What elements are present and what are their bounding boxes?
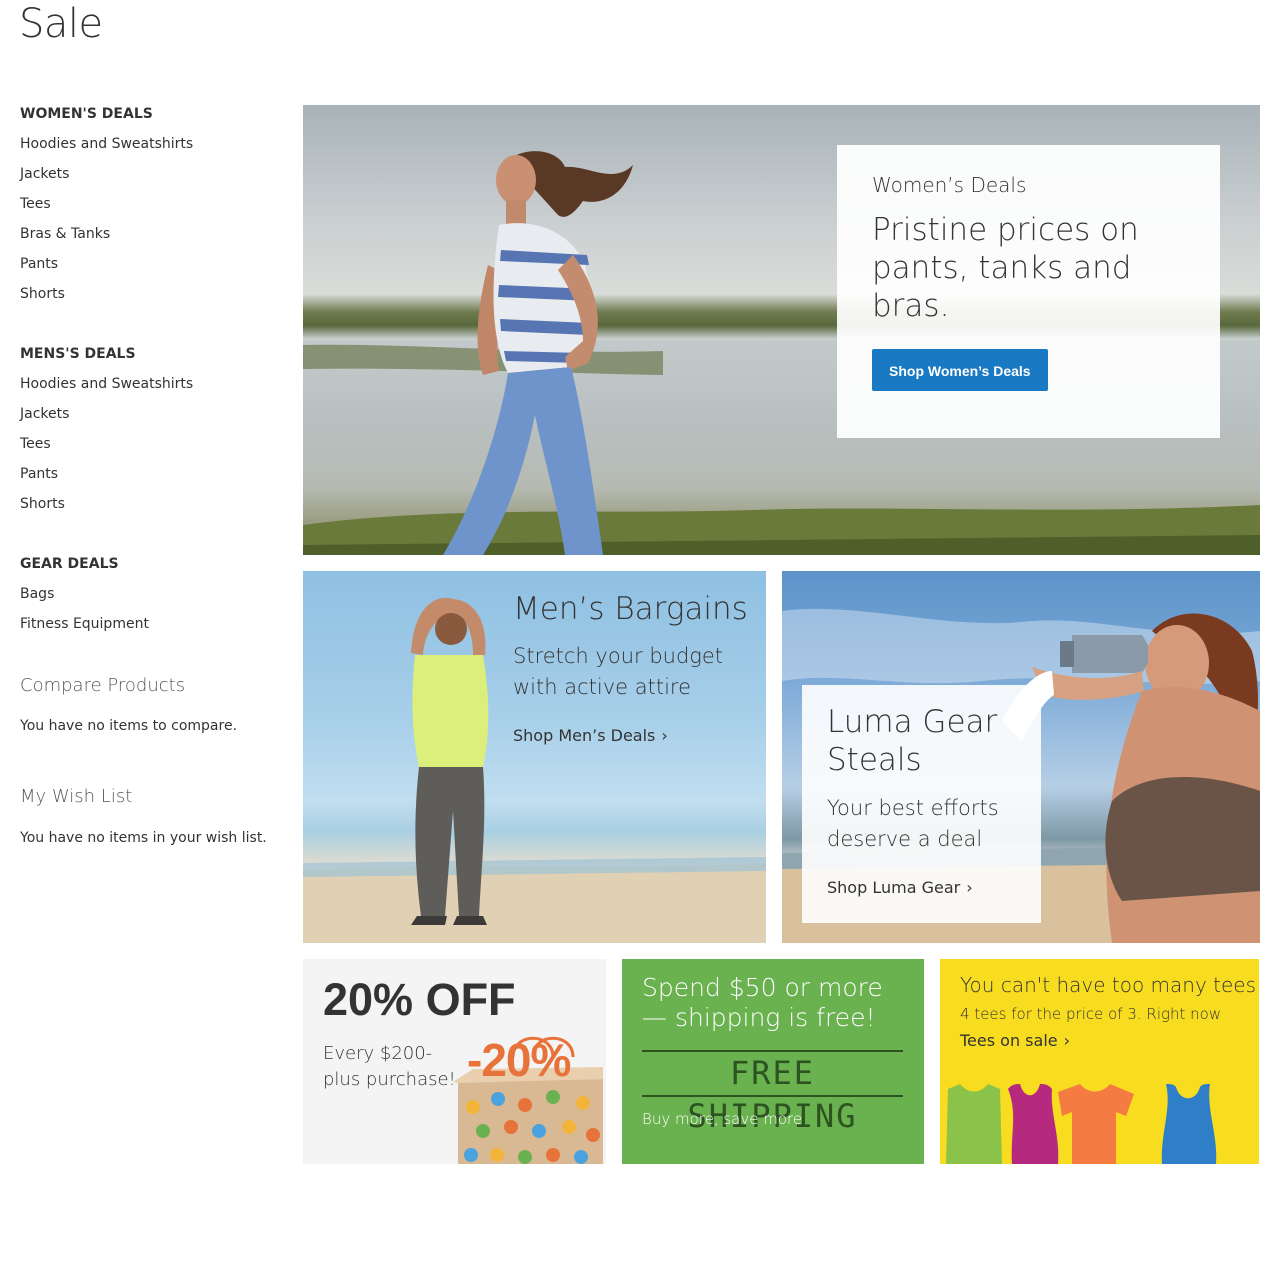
page-title: Sale xyxy=(19,1,103,47)
magenta-tank-icon xyxy=(1008,1084,1059,1164)
chevron-right-icon: › xyxy=(966,878,973,897)
free-shipping-headline: Spend $50 or more — shipping is free! xyxy=(642,973,883,1032)
sidebar-link-gear-bags[interactable]: Bags xyxy=(20,584,280,614)
shop-mens-deals-label: Shop Men’s Deals xyxy=(513,726,656,745)
compare-products-title: Compare Products xyxy=(20,675,186,696)
twenty-percent-off-headline: 20% OFF xyxy=(323,974,516,1025)
sidebar-link-women-pants[interactable]: Pants xyxy=(20,254,280,284)
tees-on-sale-link[interactable]: Tees on sale › xyxy=(960,1029,1070,1053)
womens-deals-group: WOMEN'S DEALS Hoodies and Sweatshirts Ja… xyxy=(20,104,280,314)
sidebar-link-women-jackets[interactable]: Jackets xyxy=(20,164,280,194)
gear-deals-heading: GEAR DEALS xyxy=(20,556,119,572)
sidebar-link-women-shorts[interactable]: Shorts xyxy=(20,284,280,314)
twenty-percent-off-banner[interactable]: 20% OFF Every $200-plus purchase! -20% xyxy=(303,959,606,1164)
sidebar-link-men-shorts[interactable]: Shorts xyxy=(20,494,280,524)
compare-products-empty-text: You have no items to compare. xyxy=(20,718,238,734)
free-shipping-banner[interactable]: Spend $50 or more — shipping is free! FR… xyxy=(622,959,924,1164)
wishlist-block: My Wish List You have no items in your w… xyxy=(20,785,280,848)
discount-tag: -20% xyxy=(467,1034,571,1086)
sidebar-link-gear-fitness-equipment[interactable]: Fitness Equipment xyxy=(20,614,280,644)
mens-bargains-banner[interactable]: Men’s Bargains Stretch your budget with … xyxy=(303,571,766,943)
compare-products-block: Compare Products You have no items to co… xyxy=(20,674,280,736)
shop-womens-deals-button[interactable]: Shop Women’s Deals xyxy=(872,349,1048,391)
green-tank-icon xyxy=(946,1084,1002,1164)
sidebar-link-men-jackets[interactable]: Jackets xyxy=(20,404,280,434)
orange-tee-icon xyxy=(1058,1084,1134,1164)
free-shipping-subtitle: Buy more, save more xyxy=(642,1110,803,1128)
womens-deals-headline: Pristine prices on pants, tanks and bras… xyxy=(872,212,1139,324)
tees-sale-headline: You can't have too many tees xyxy=(960,973,1257,997)
wishlist-title: My Wish List xyxy=(20,786,133,807)
mens-bargains-headline: Men’s Bargains xyxy=(513,591,748,627)
mens-bargains-subtitle: Stretch your budget with active attire xyxy=(513,644,724,699)
shop-mens-deals-link[interactable]: Shop Men’s Deals › xyxy=(513,725,668,747)
womens-deals-banner[interactable]: Women’s Deals Pristine prices on pants, … xyxy=(303,105,1260,555)
luma-gear-headline: Luma Gear Steals xyxy=(827,704,998,778)
womens-deals-heading: WOMEN'S DEALS xyxy=(20,106,153,122)
sidebar: WOMEN'S DEALS Hoodies and Sweatshirts Ja… xyxy=(20,104,280,848)
tees-sale-banner[interactable]: You can't have too many tees 4 tees for … xyxy=(940,959,1259,1164)
shop-luma-gear-link[interactable]: Shop Luma Gear › xyxy=(827,877,973,899)
mens-deals-heading: MENS'S DEALS xyxy=(20,346,136,362)
mens-deals-group: MENS'S DEALS Hoodies and Sweatshirts Jac… xyxy=(20,344,280,524)
tees-sale-subtitle: 4 tees for the price of 3. Right now xyxy=(960,1005,1222,1023)
wishlist-empty-text: You have no items in your wish list. xyxy=(20,830,267,846)
free-shipping-title: FREE SHIPPING xyxy=(642,1050,903,1135)
shop-luma-gear-label: Shop Luma Gear xyxy=(827,878,961,897)
gear-deals-group: GEAR DEALS Bags Fitness Equipment xyxy=(20,554,280,644)
mens-bargains-text: Men’s Bargains Stretch your budget with … xyxy=(513,589,758,747)
womens-deals-panel: Women’s Deals Pristine prices on pants, … xyxy=(837,145,1220,438)
tees-illustration xyxy=(946,1084,1217,1164)
sidebar-link-women-hoodies[interactable]: Hoodies and Sweatshirts xyxy=(20,134,280,164)
twenty-percent-off-subtitle: Every $200-plus purchase! xyxy=(323,1043,456,1090)
sidebar-link-women-tees[interactable]: Tees xyxy=(20,194,280,224)
sidebar-link-men-pants[interactable]: Pants xyxy=(20,464,280,494)
luma-gear-banner[interactable]: Luma Gear Steals Your best efforts deser… xyxy=(782,571,1260,943)
chevron-right-icon: › xyxy=(661,726,668,745)
luma-gear-panel: Luma Gear Steals Your best efforts deser… xyxy=(802,685,1041,923)
sidebar-link-men-hoodies[interactable]: Hoodies and Sweatshirts xyxy=(20,374,280,404)
luma-gear-subtitle: Your best efforts deserve a deal xyxy=(827,796,999,851)
tees-on-sale-label: Tees on sale xyxy=(960,1031,1058,1050)
sidebar-link-men-tees[interactable]: Tees xyxy=(20,434,280,464)
womens-deals-subtitle: Women’s Deals xyxy=(872,173,1027,197)
chevron-right-icon: › xyxy=(1063,1031,1071,1050)
sidebar-link-women-bras-tanks[interactable]: Bras & Tanks xyxy=(20,224,280,254)
blue-tank-icon xyxy=(1161,1084,1217,1164)
